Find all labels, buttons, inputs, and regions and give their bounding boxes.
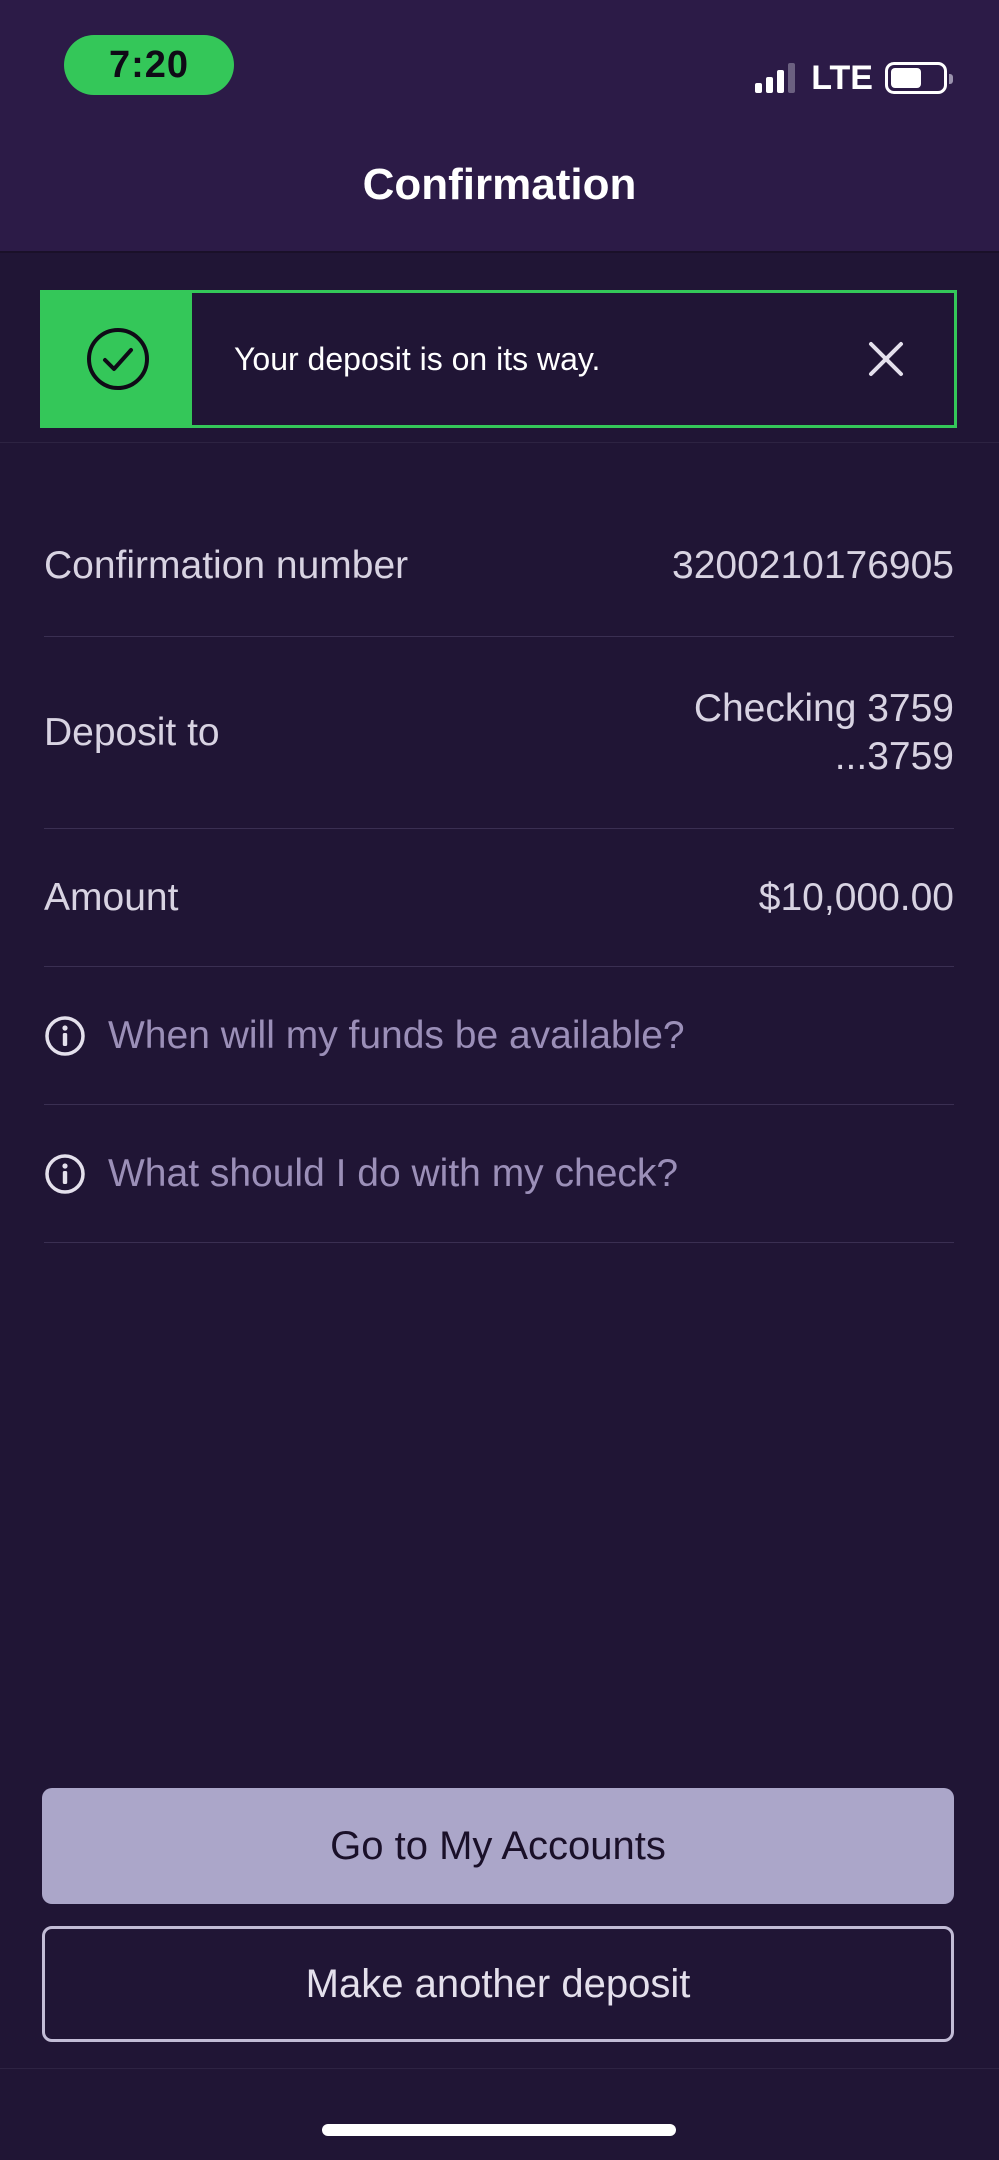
- deposit-account-name: Checking 3759: [693, 686, 954, 730]
- go-to-my-accounts-button[interactable]: Go to My Accounts: [42, 1788, 954, 1904]
- deposit-account-number: ...3759: [834, 734, 954, 778]
- deposit-to-row: Deposit to Checking 3759 ...3759: [44, 637, 954, 829]
- page-title: Confirmation: [362, 160, 637, 209]
- deposit-details: [0, 442, 999, 443]
- signal-icon: [755, 63, 799, 93]
- amount-row: Amount $10,000.00: [44, 829, 954, 967]
- funds-availability-label[interactable]: When will my funds be available?: [108, 1014, 685, 1058]
- amount-label: Amount: [44, 875, 179, 919]
- battery-icon: [885, 62, 953, 94]
- check-circle-icon: [86, 328, 149, 390]
- status-time[interactable]: 7:20: [64, 35, 234, 95]
- confirmation-screen: 7:20 LTE Confirmation Your deposit is on…: [0, 0, 999, 2160]
- network-type: LTE: [811, 58, 873, 97]
- confirmation-number-label: Confirmation number: [44, 543, 409, 587]
- check-handling-link[interactable]: What should I do with my check?: [44, 1105, 954, 1243]
- deposit-to-value: Checking 3759 ...3759: [694, 685, 954, 781]
- banner-icon-block: [43, 293, 192, 425]
- banner-message: Your deposit is on its way.: [234, 340, 601, 377]
- home-indicator[interactable]: [322, 2124, 676, 2136]
- banner-close-button[interactable]: [846, 319, 926, 399]
- deposit-to-label: Deposit to: [44, 710, 220, 754]
- confirmation-number-row: Confirmation number 3200210176905: [44, 495, 954, 637]
- close-icon[interactable]: [868, 341, 904, 377]
- funds-availability-link[interactable]: When will my funds be available?: [44, 967, 954, 1105]
- info-icon: [44, 1015, 86, 1057]
- status-indicators: LTE: [755, 56, 953, 100]
- success-banner: Your deposit is on its way.: [40, 290, 957, 428]
- check-handling-label[interactable]: What should I do with my check?: [108, 1152, 678, 1196]
- header: 7:20 LTE Confirmation: [0, 0, 999, 253]
- confirmation-number-value: 3200210176905: [672, 543, 954, 587]
- make-another-deposit-button[interactable]: Make another deposit: [42, 1926, 954, 2042]
- amount-value: $10,000.00: [758, 875, 954, 919]
- info-icon: [44, 1153, 86, 1195]
- footer-divider: [0, 2068, 999, 2069]
